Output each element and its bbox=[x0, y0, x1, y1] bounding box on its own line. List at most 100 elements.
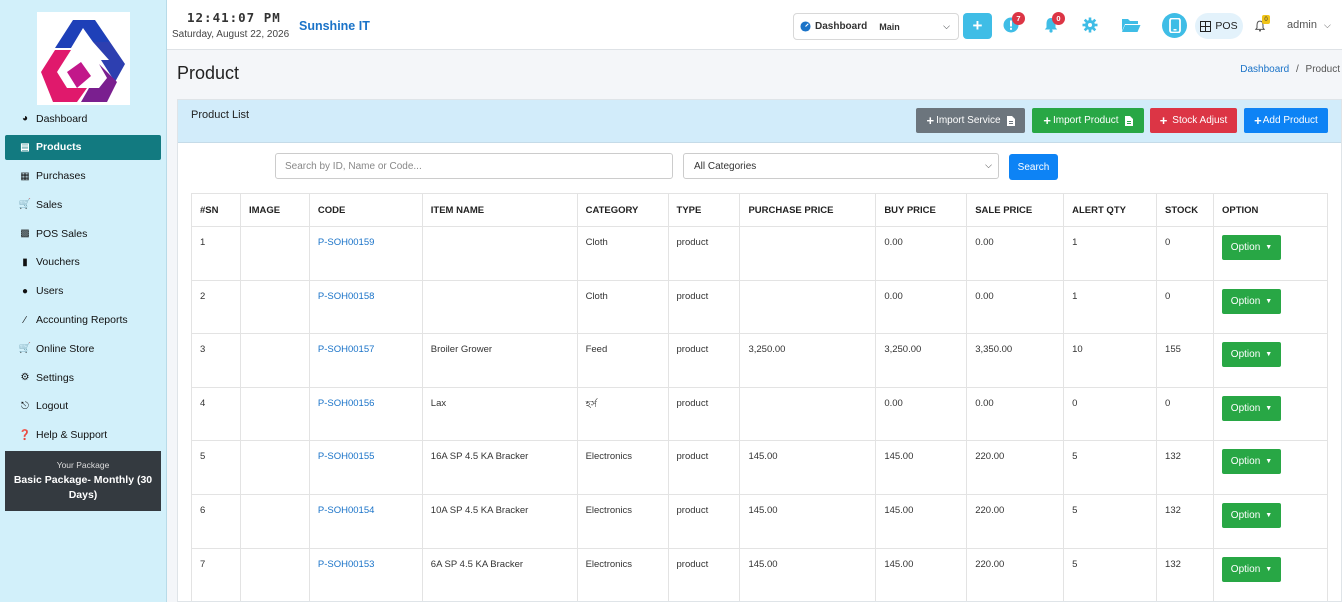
search-button[interactable]: Search bbox=[1009, 154, 1058, 180]
option-cell: Option ▼ bbox=[1213, 386, 1328, 442]
dashboard-icon: ◕ bbox=[21, 113, 29, 124]
add-product-button[interactable]: + Add Product bbox=[1244, 108, 1328, 133]
option-label: Option bbox=[1230, 563, 1261, 575]
sidebar-item-label: Settings bbox=[36, 371, 74, 384]
sidebar-item-purchases[interactable]: ▦ Purchases bbox=[5, 164, 161, 189]
logo[interactable] bbox=[37, 12, 130, 105]
sidebar-item-pos-sales[interactable]: ▩ POS Sales bbox=[5, 221, 161, 246]
option-dropdown-button[interactable]: Option ▼ bbox=[1222, 235, 1281, 260]
alert-button[interactable]: 7 bbox=[1003, 12, 1025, 33]
sidebar-item-online-store[interactable]: 🛒 Online Store bbox=[5, 336, 161, 361]
breadcrumb-separator: / bbox=[1295, 64, 1299, 75]
small-bell-button[interactable]: 0 bbox=[1253, 15, 1270, 33]
option-dropdown-button[interactable]: Option ▼ bbox=[1222, 288, 1281, 314]
sidebar-item-vouchers[interactable]: ▮ Vouchers bbox=[5, 250, 161, 275]
card-header: Product List + Import Service + Import P… bbox=[178, 100, 1341, 143]
plus-icon: + bbox=[926, 113, 935, 128]
breadcrumb-current: Product bbox=[1305, 64, 1340, 75]
sidebar-item-help-support[interactable]: ❓ Help & Support bbox=[5, 423, 161, 448]
sale-cell: 3,350.00 bbox=[966, 333, 1065, 388]
image-cell bbox=[239, 279, 310, 335]
card-title: Product List bbox=[191, 109, 250, 121]
stock-cell: 132 bbox=[1156, 493, 1214, 549]
product-list-card: Product List + Import Service + Import P… bbox=[177, 99, 1342, 602]
folder-button[interactable] bbox=[1121, 17, 1141, 33]
product-code-link[interactable]: P-SOH00158 bbox=[318, 291, 375, 302]
mobile-button[interactable] bbox=[1162, 13, 1187, 38]
caret-down-icon: ▼ bbox=[1265, 404, 1273, 412]
chevron-down-icon: ⌵ bbox=[943, 21, 950, 31]
category-cell: হর্স bbox=[576, 386, 669, 442]
sidebar-item-label: Online Store bbox=[36, 342, 95, 355]
plus-icon: + bbox=[1254, 113, 1262, 128]
stock-adjust-button[interactable]: + Stock Adjust bbox=[1150, 108, 1237, 133]
column-header: STOCK bbox=[1156, 193, 1214, 227]
sidebar-item-users[interactable]: ● Users bbox=[5, 279, 161, 304]
breadcrumb-dashboard-link[interactable]: Dashboard bbox=[1240, 64, 1289, 75]
settings-button[interactable] bbox=[1082, 17, 1098, 33]
stock-cell: 132 bbox=[1156, 547, 1214, 601]
category-cell: Electronics bbox=[576, 440, 669, 495]
product-code-link[interactable]: P-SOH00153 bbox=[318, 559, 375, 570]
mobile-icon bbox=[1168, 18, 1181, 33]
product-code-link[interactable]: P-SOH00157 bbox=[318, 344, 375, 355]
sidebar-item-label: Sales bbox=[36, 198, 63, 211]
name-cell: 16A SP 4.5 KA Bracker bbox=[421, 440, 578, 495]
column-header: BUY PRICE bbox=[875, 193, 968, 227]
sale-cell: 220.00 bbox=[966, 547, 1065, 601]
sidebar-item-accounting-reports[interactable]: ∕ Accounting Reports bbox=[5, 308, 161, 333]
user-name: admin bbox=[1287, 19, 1317, 31]
sidebar-item-sales[interactable]: 🛒 Sales bbox=[5, 192, 161, 217]
sidebar-item-dashboard[interactable]: ◕ Dashboard bbox=[5, 106, 161, 131]
alert-cell: 5 bbox=[1063, 493, 1158, 549]
name-cell: Lax bbox=[421, 386, 578, 442]
option-dropdown-button[interactable]: Option ▼ bbox=[1222, 342, 1281, 368]
add-button[interactable]: + bbox=[963, 13, 992, 39]
pos-button[interactable]: POS bbox=[1195, 13, 1243, 39]
option-dropdown-button[interactable]: Option ▼ bbox=[1222, 502, 1281, 528]
table-row: 7 P-SOH00153 6A SP 4.5 KA Bracker Electroni… bbox=[191, 547, 1328, 601]
image-cell bbox=[239, 440, 310, 495]
product-code-link[interactable]: P-SOH00154 bbox=[318, 505, 375, 516]
import-product-button[interactable]: + Import Product bbox=[1032, 108, 1144, 133]
users-icon: ● bbox=[21, 285, 29, 297]
buy-cell: 0.00 bbox=[875, 226, 968, 281]
name-cell: 10A SP 4.5 KA Bracker bbox=[421, 493, 578, 549]
option-dropdown-button[interactable]: Option ▼ bbox=[1222, 395, 1281, 421]
notification-button[interactable]: 0 bbox=[1043, 12, 1065, 33]
column-header: PURCHASE PRICE bbox=[739, 193, 877, 227]
image-cell bbox=[239, 333, 310, 388]
category-select[interactable]: All Categories ⌵ bbox=[683, 153, 999, 179]
clock: 12:41:07 PM bbox=[187, 10, 281, 25]
help-icon: ❓ bbox=[18, 429, 32, 441]
user-menu[interactable]: admin ⌵ bbox=[1287, 19, 1331, 31]
sidebar-item-products[interactable]: ▤ Products bbox=[5, 134, 161, 160]
option-dropdown-button[interactable]: Option ▼ bbox=[1222, 556, 1281, 582]
package-box: Your Package Basic Package- Monthly (30 … bbox=[5, 451, 161, 511]
code-cell: P-SOH00157 bbox=[308, 333, 423, 388]
type-cell: product bbox=[667, 279, 741, 335]
product-code-link[interactable]: P-SOH00155 bbox=[318, 451, 375, 462]
stock-adjust-label: Stock Adjust bbox=[1172, 115, 1228, 126]
product-code-link[interactable]: P-SOH00156 bbox=[318, 398, 375, 409]
sidebar-item-label: Help & Support bbox=[36, 429, 108, 442]
import-service-button[interactable]: + Import Service bbox=[916, 108, 1025, 133]
search-input[interactable]: Search by ID, Name or Code... bbox=[275, 153, 673, 179]
brand-name[interactable]: Sunshine IT bbox=[299, 19, 370, 33]
alert-cell: 1 bbox=[1063, 226, 1158, 281]
code-cell: P-SOH00156 bbox=[308, 386, 423, 442]
sidebar-item-settings[interactable]: ⚙ Settings bbox=[5, 365, 161, 390]
alert-cell: 1 bbox=[1063, 279, 1158, 335]
option-dropdown-button[interactable]: Option ▼ bbox=[1222, 449, 1281, 475]
dashboard-select[interactable]: Dashboard Main ⌵ bbox=[793, 13, 959, 40]
pos-icon: ▩ bbox=[20, 228, 30, 240]
chevron-down-icon: ⌵ bbox=[985, 160, 992, 170]
sidebar-item-logout[interactable]: ⎋ Logout bbox=[5, 394, 161, 419]
image-cell bbox=[239, 493, 310, 549]
caret-down-icon: ▼ bbox=[1265, 565, 1273, 573]
sidebar-item-label: Purchases bbox=[36, 170, 86, 183]
column-header: IMAGE bbox=[239, 193, 310, 227]
image-cell bbox=[239, 547, 310, 601]
alert-badge: 7 bbox=[1012, 12, 1025, 25]
product-code-link[interactable]: P-SOH00159 bbox=[318, 237, 375, 248]
